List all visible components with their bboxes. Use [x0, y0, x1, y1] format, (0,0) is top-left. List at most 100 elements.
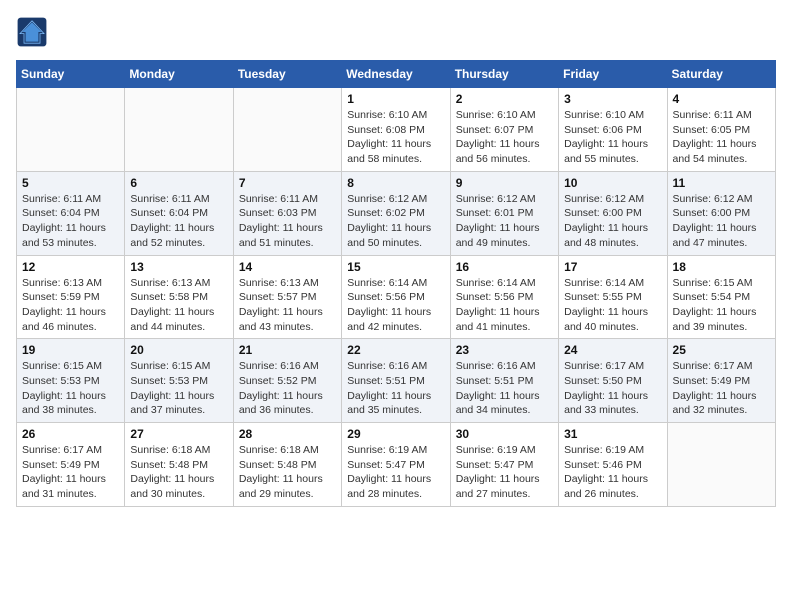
- calendar-cell: 15 Sunrise: 6:14 AM Sunset: 5:56 PM Dayli…: [342, 255, 450, 339]
- day-info: Sunrise: 6:18 AM Sunset: 5:48 PM Dayligh…: [130, 443, 227, 502]
- calendar-cell: 27 Sunrise: 6:18 AM Sunset: 5:48 PM Dayli…: [125, 423, 233, 507]
- day-number: 21: [239, 343, 336, 357]
- day-number: 29: [347, 427, 444, 441]
- day-info: Sunrise: 6:10 AM Sunset: 6:08 PM Dayligh…: [347, 108, 444, 167]
- calendar-cell: 13 Sunrise: 6:13 AM Sunset: 5:58 PM Dayli…: [125, 255, 233, 339]
- day-info: Sunrise: 6:12 AM Sunset: 6:00 PM Dayligh…: [564, 192, 661, 251]
- day-info: Sunrise: 6:11 AM Sunset: 6:04 PM Dayligh…: [130, 192, 227, 251]
- calendar-week-2: 5 Sunrise: 6:11 AM Sunset: 6:04 PM Daylig…: [17, 171, 776, 255]
- day-number: 17: [564, 260, 661, 274]
- calendar-cell: 5Sunrise: 6:11 AM Sunset: 6:04 PM Daylig…: [17, 171, 125, 255]
- calendar-body: 1 Sunrise: 6:10 AM Sunset: 6:08 PM Daylig…: [17, 88, 776, 507]
- calendar-cell: [125, 88, 233, 172]
- calendar-cell: 23Sunrise: 6:16 AM Sunset: 5:51 PM Dayli…: [450, 339, 558, 423]
- day-number: 14: [239, 260, 336, 274]
- day-number: 16: [456, 260, 553, 274]
- day-info: Sunrise: 6:10 AM Sunset: 6:07 PM Dayligh…: [456, 108, 553, 167]
- calendar-cell: 3 Sunrise: 6:10 AM Sunset: 6:06 PM Daylig…: [559, 88, 667, 172]
- day-info: Sunrise: 6:17 AM Sunset: 5:50 PM Dayligh…: [564, 359, 661, 418]
- calendar-cell: [17, 88, 125, 172]
- logo-icon: [16, 16, 48, 48]
- day-info: Sunrise: 6:14 AM Sunset: 5:55 PM Dayligh…: [564, 276, 661, 335]
- day-number: 18: [673, 260, 770, 274]
- day-number: 5: [22, 176, 119, 190]
- weekday-friday: Friday: [559, 61, 667, 88]
- day-number: 22: [347, 343, 444, 357]
- day-number: 12: [22, 260, 119, 274]
- calendar-cell: 16 Sunrise: 6:14 AM Sunset: 5:56 PM Dayli…: [450, 255, 558, 339]
- day-number: 8: [347, 176, 444, 190]
- day-number: 19: [22, 343, 119, 357]
- day-info: Sunrise: 6:19 AM Sunset: 5:47 PM Dayligh…: [347, 443, 444, 502]
- weekday-monday: Monday: [125, 61, 233, 88]
- day-info: Sunrise: 6:19 AM Sunset: 5:46 PM Dayligh…: [564, 443, 661, 502]
- day-number: 7: [239, 176, 336, 190]
- calendar-cell: 14 Sunrise: 6:13 AM Sunset: 5:57 PM Dayli…: [233, 255, 341, 339]
- calendar-cell: [667, 423, 775, 507]
- day-info: Sunrise: 6:17 AM Sunset: 5:49 PM Dayligh…: [673, 359, 770, 418]
- day-number: 28: [239, 427, 336, 441]
- day-info: Sunrise: 6:12 AM Sunset: 6:01 PM Dayligh…: [456, 192, 553, 251]
- calendar-week-3: 12 Sunrise: 6:13 AM Sunset: 5:59 PM Dayli…: [17, 255, 776, 339]
- day-info: Sunrise: 6:10 AM Sunset: 6:06 PM Dayligh…: [564, 108, 661, 167]
- calendar-cell: 9 Sunrise: 6:12 AM Sunset: 6:01 PM Daylig…: [450, 171, 558, 255]
- weekday-saturday: Saturday: [667, 61, 775, 88]
- calendar-cell: 22 Sunrise: 6:16 AM Sunset: 5:51 PM Dayli…: [342, 339, 450, 423]
- day-info: Sunrise: 6:16 AM Sunset: 5:51 PM Dayligh…: [347, 359, 444, 418]
- calendar-cell: 20 Sunrise: 6:15 AM Sunset: 5:53 PM Dayli…: [125, 339, 233, 423]
- calendar-cell: 10 Sunrise: 6:12 AM Sunset: 6:00 PM Dayli…: [559, 171, 667, 255]
- day-number: 10: [564, 176, 661, 190]
- calendar-cell: 1 Sunrise: 6:10 AM Sunset: 6:08 PM Daylig…: [342, 88, 450, 172]
- day-number: 26: [22, 427, 119, 441]
- calendar-cell: 26 Sunrise: 6:17 AM Sunset: 5:49 PM Dayli…: [17, 423, 125, 507]
- day-info: Sunrise: 6:15 AM Sunset: 5:53 PM Dayligh…: [130, 359, 227, 418]
- day-info: Sunrise: 6:15 AM Sunset: 5:53 PM Dayligh…: [22, 359, 119, 418]
- day-number: 24: [564, 343, 661, 357]
- calendar-cell: 12 Sunrise: 6:13 AM Sunset: 5:59 PM Dayli…: [17, 255, 125, 339]
- calendar-cell: 29 Sunrise: 6:19 AM Sunset: 5:47 PM Dayli…: [342, 423, 450, 507]
- day-number: 23: [456, 343, 553, 357]
- calendar-cell: 31Sunrise: 6:19 AM Sunset: 5:46 PM Dayli…: [559, 423, 667, 507]
- day-info: Sunrise: 6:19 AM Sunset: 5:47 PM Dayligh…: [456, 443, 553, 502]
- day-info: Sunrise: 6:12 AM Sunset: 6:00 PM Dayligh…: [673, 192, 770, 251]
- calendar-cell: 28 Sunrise: 6:18 AM Sunset: 5:48 PM Dayli…: [233, 423, 341, 507]
- header: [16, 16, 776, 48]
- weekday-tuesday: Tuesday: [233, 61, 341, 88]
- day-info: Sunrise: 6:13 AM Sunset: 5:59 PM Dayligh…: [22, 276, 119, 335]
- calendar-week-1: 1 Sunrise: 6:10 AM Sunset: 6:08 PM Daylig…: [17, 88, 776, 172]
- calendar-cell: 11 Sunrise: 6:12 AM Sunset: 6:00 PM Dayli…: [667, 171, 775, 255]
- day-info: Sunrise: 6:13 AM Sunset: 5:57 PM Dayligh…: [239, 276, 336, 335]
- day-info: Sunrise: 6:13 AM Sunset: 5:58 PM Dayligh…: [130, 276, 227, 335]
- day-number: 25: [673, 343, 770, 357]
- calendar-cell: 6 Sunrise: 6:11 AM Sunset: 6:04 PM Daylig…: [125, 171, 233, 255]
- day-number: 2: [456, 92, 553, 106]
- day-info: Sunrise: 6:15 AM Sunset: 5:54 PM Dayligh…: [673, 276, 770, 335]
- calendar-week-5: 26 Sunrise: 6:17 AM Sunset: 5:49 PM Dayli…: [17, 423, 776, 507]
- day-number: 20: [130, 343, 227, 357]
- calendar-cell: 19 Sunrise: 6:15 AM Sunset: 5:53 PM Dayli…: [17, 339, 125, 423]
- calendar-cell: 8Sunrise: 6:12 AM Sunset: 6:02 PM Daylig…: [342, 171, 450, 255]
- day-number: 3: [564, 92, 661, 106]
- day-number: 27: [130, 427, 227, 441]
- day-info: Sunrise: 6:18 AM Sunset: 5:48 PM Dayligh…: [239, 443, 336, 502]
- day-number: 11: [673, 176, 770, 190]
- day-info: Sunrise: 6:11 AM Sunset: 6:05 PM Dayligh…: [673, 108, 770, 167]
- day-info: Sunrise: 6:17 AM Sunset: 5:49 PM Dayligh…: [22, 443, 119, 502]
- weekday-wednesday: Wednesday: [342, 61, 450, 88]
- calendar-header: SundayMondayTuesdayWednesdayThursdayFrid…: [17, 61, 776, 88]
- day-number: 15: [347, 260, 444, 274]
- day-info: Sunrise: 6:14 AM Sunset: 5:56 PM Dayligh…: [347, 276, 444, 335]
- day-number: 1: [347, 92, 444, 106]
- calendar-cell: 24 Sunrise: 6:17 AM Sunset: 5:50 PM Dayli…: [559, 339, 667, 423]
- calendar: SundayMondayTuesdayWednesdayThursdayFrid…: [16, 60, 776, 507]
- day-info: Sunrise: 6:14 AM Sunset: 5:56 PM Dayligh…: [456, 276, 553, 335]
- logo: [16, 16, 52, 48]
- calendar-week-4: 19 Sunrise: 6:15 AM Sunset: 5:53 PM Dayli…: [17, 339, 776, 423]
- day-number: 9: [456, 176, 553, 190]
- day-info: Sunrise: 6:11 AM Sunset: 6:03 PM Dayligh…: [239, 192, 336, 251]
- day-number: 6: [130, 176, 227, 190]
- day-number: 30: [456, 427, 553, 441]
- day-number: 13: [130, 260, 227, 274]
- calendar-cell: 7 Sunrise: 6:11 AM Sunset: 6:03 PM Daylig…: [233, 171, 341, 255]
- calendar-cell: 21Sunrise: 6:16 AM Sunset: 5:52 PM Dayli…: [233, 339, 341, 423]
